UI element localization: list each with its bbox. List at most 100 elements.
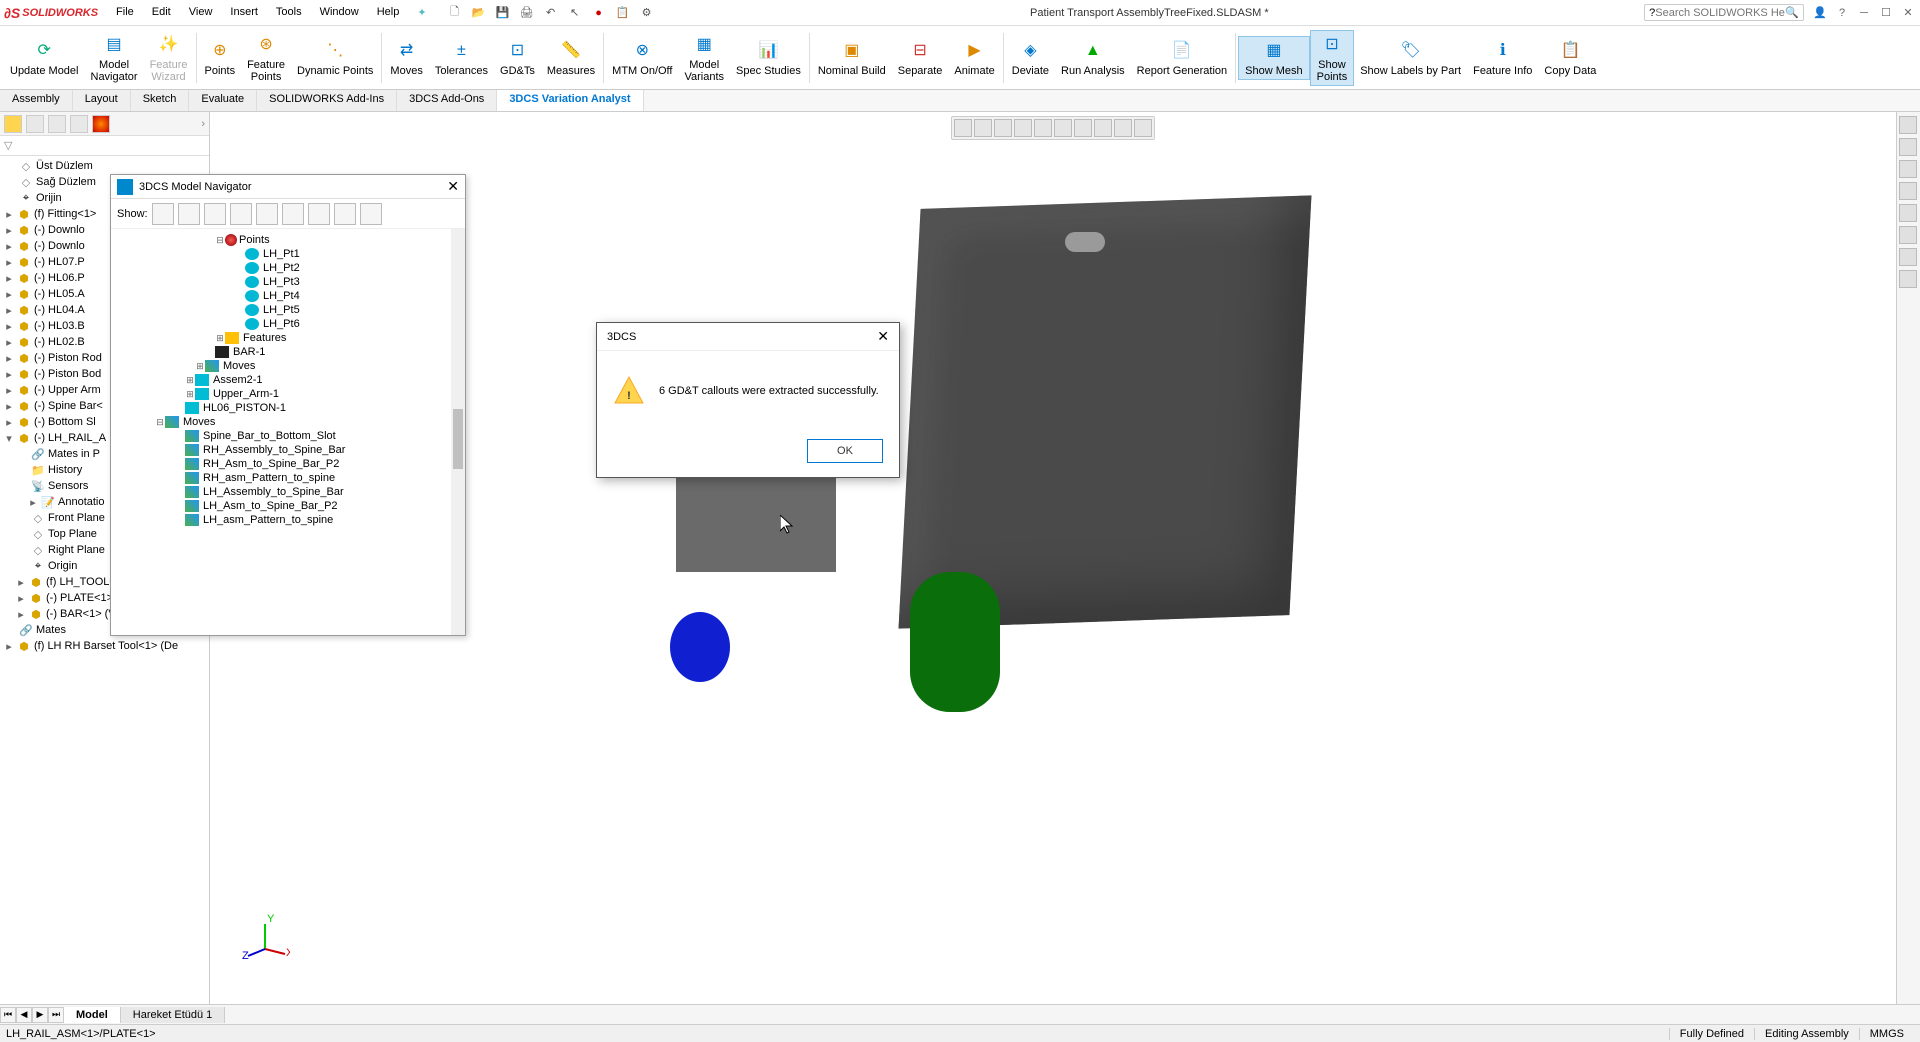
tab-first-icon[interactable]: ⏮ <box>0 1007 16 1023</box>
dynamic-points-button[interactable]: ⋱Dynamic Points <box>291 37 379 79</box>
undo-icon[interactable]: ↶ <box>543 5 559 21</box>
nav-moves1[interactable]: ⊞Moves <box>115 359 461 373</box>
vp-view-orient-icon[interactable] <box>1034 119 1052 137</box>
minimize-icon[interactable]: ─ <box>1856 5 1872 21</box>
nav-move-2[interactable]: RH_Assembly_to_Spine_Bar <box>115 443 461 457</box>
menu-help[interactable]: Help <box>369 3 408 22</box>
nav-upper-arm[interactable]: ⊞Upper_Arm-1 <box>115 387 461 401</box>
nav-move-7[interactable]: LH_asm_Pattern_to_spine <box>115 513 461 527</box>
user-icon[interactable]: 👤 <box>1812 5 1828 21</box>
show-mesh-button[interactable]: ▦Show Mesh <box>1238 36 1309 80</box>
nominal-build-button[interactable]: ▣Nominal Build <box>812 37 892 79</box>
bottom-tab-hareket[interactable]: Hareket Etüdü 1 <box>121 1007 226 1023</box>
tab-layout[interactable]: Layout <box>73 90 131 111</box>
nav-move-5[interactable]: LH_Assembly_to_Spine_Bar <box>115 485 461 499</box>
bottom-tab-model[interactable]: Model <box>64 1007 121 1023</box>
tab-sw-addins[interactable]: SOLIDWORKS Add-Ins <box>257 90 397 111</box>
nav-bar1[interactable]: BAR-1 <box>115 345 461 359</box>
open-doc-icon[interactable]: 📂 <box>471 5 487 21</box>
nav-lh-pt6[interactable]: LH_Pt6 <box>115 317 461 331</box>
taskpane-resources-icon[interactable] <box>1899 138 1917 156</box>
show-btn-1-icon[interactable] <box>152 203 174 225</box>
nav-move-3[interactable]: RH_Asm_to_Spine_Bar_P2 <box>115 457 461 471</box>
fm-tab-dimxpert-icon[interactable] <box>70 115 88 133</box>
nav-hl06-piston[interactable]: HL06_PISTON-1 <box>115 401 461 415</box>
taskpane-library-icon[interactable] <box>1899 160 1917 178</box>
menu-tools[interactable]: Tools <box>268 3 310 22</box>
feature-filter[interactable]: ▽ <box>0 136 209 156</box>
dialog-ok-button[interactable]: OK <box>807 439 883 463</box>
feature-wizard-button[interactable]: ✨Feature Wizard <box>144 31 194 85</box>
show-points-button[interactable]: ⊡Show Points <box>1310 30 1355 86</box>
fm-tab-property-icon[interactable] <box>26 115 44 133</box>
navigator-close-icon[interactable]: ✕ <box>447 178 459 195</box>
model-navigator-button[interactable]: ▤Model Navigator <box>85 31 144 85</box>
deviate-button[interactable]: ◈Deviate <box>1006 37 1055 79</box>
tab-sketch[interactable]: Sketch <box>131 90 190 111</box>
vp-appearance-icon[interactable] <box>1094 119 1112 137</box>
rebuild-icon[interactable]: ● <box>591 5 607 21</box>
taskpane-view-palette-icon[interactable] <box>1899 204 1917 222</box>
report-generation-button[interactable]: 📄Report Generation <box>1131 37 1234 79</box>
nav-lh-pt2[interactable]: LH_Pt2 <box>115 261 461 275</box>
vp-prev-view-icon[interactable] <box>994 119 1012 137</box>
menu-view[interactable]: View <box>181 3 221 22</box>
show-btn-4-icon[interactable] <box>230 203 252 225</box>
maximize-icon[interactable]: ☐ <box>1878 5 1894 21</box>
separate-button[interactable]: ⊟Separate <box>892 37 949 79</box>
moves-button[interactable]: ⇄Moves <box>384 37 428 79</box>
mtm-button[interactable]: ⊗MTM On/Off <box>606 37 678 79</box>
vp-zoom-fit-icon[interactable] <box>954 119 972 137</box>
tab-3dcs-analyst[interactable]: 3DCS Variation Analyst <box>497 90 643 111</box>
show-labels-button[interactable]: 🏷Show Labels by Part <box>1354 37 1467 79</box>
spec-studies-button[interactable]: 📊Spec Studies <box>730 37 807 79</box>
vp-hide-show-icon[interactable] <box>1074 119 1092 137</box>
feature-points-button[interactable]: ⊛Feature Points <box>241 31 291 85</box>
tree-ust-duzlem[interactable]: ◇Üst Düzlem <box>2 158 207 174</box>
nav-assem2[interactable]: ⊞Assem2-1 <box>115 373 461 387</box>
tolerances-button[interactable]: ±Tolerances <box>429 37 494 79</box>
search-icon[interactable]: 🔍 <box>1785 6 1799 19</box>
save-icon[interactable]: 💾 <box>495 5 511 21</box>
show-btn-6-icon[interactable] <box>282 203 304 225</box>
help2-icon[interactable]: ? <box>1834 5 1850 21</box>
tab-next-icon[interactable]: ▶ <box>32 1007 48 1023</box>
update-model-button[interactable]: ⟳Update Model <box>4 37 85 79</box>
new-doc-icon[interactable]: 🗋 <box>447 5 463 21</box>
fm-tab-display-icon[interactable] <box>92 115 110 133</box>
select-icon[interactable]: ↖ <box>567 5 583 21</box>
vp-zoom-area-icon[interactable] <box>974 119 992 137</box>
copy-data-button[interactable]: 📋Copy Data <box>1538 37 1602 79</box>
settings-icon[interactable]: ⚙ <box>639 5 655 21</box>
nav-points-node[interactable]: ⊟Points <box>115 233 461 247</box>
tab-evaluate[interactable]: Evaluate <box>189 90 257 111</box>
points-button[interactable]: ⊕Points <box>199 37 242 79</box>
tab-last-icon[interactable]: ⏭ <box>48 1007 64 1023</box>
run-analysis-button[interactable]: ▲Run Analysis <box>1055 37 1131 79</box>
tab-prev-icon[interactable]: ◀ <box>16 1007 32 1023</box>
vp-section-icon[interactable] <box>1014 119 1032 137</box>
close-icon[interactable]: ✕ <box>1900 5 1916 21</box>
show-btn-8-icon[interactable] <box>334 203 356 225</box>
tab-assembly[interactable]: Assembly <box>0 90 73 111</box>
fm-tab-tree-icon[interactable] <box>4 115 22 133</box>
show-btn-2-icon[interactable] <box>178 203 200 225</box>
nav-features-node[interactable]: ⊞Features <box>115 331 461 345</box>
animate-button[interactable]: ▶Animate <box>948 37 1000 79</box>
nav-lh-pt5[interactable]: LH_Pt5 <box>115 303 461 317</box>
tree-lh-rh-barset[interactable]: ▸⬢(f) LH RH Barset Tool<1> (De <box>2 638 207 654</box>
nav-lh-pt3[interactable]: LH_Pt3 <box>115 275 461 289</box>
dialog-close-icon[interactable]: ✕ <box>877 328 889 345</box>
taskpane-forum-icon[interactable] <box>1899 270 1917 288</box>
menu-file[interactable]: File <box>108 3 142 22</box>
menu-insert[interactable]: Insert <box>222 3 266 22</box>
taskpane-explorer-icon[interactable] <box>1899 182 1917 200</box>
orientation-triad[interactable]: Y X Z <box>240 914 290 964</box>
navigator-titlebar[interactable]: 3DCS Model Navigator ✕ <box>111 175 465 199</box>
model-variants-button[interactable]: ▦Model Variants <box>678 31 730 85</box>
print-icon[interactable]: 🖨 <box>519 5 535 21</box>
show-btn-3-icon[interactable] <box>204 203 226 225</box>
vp-scene-icon[interactable] <box>1114 119 1132 137</box>
measures-button[interactable]: 📏Measures <box>541 37 601 79</box>
nav-move-4[interactable]: RH_asm_Pattern_to_spine <box>115 471 461 485</box>
